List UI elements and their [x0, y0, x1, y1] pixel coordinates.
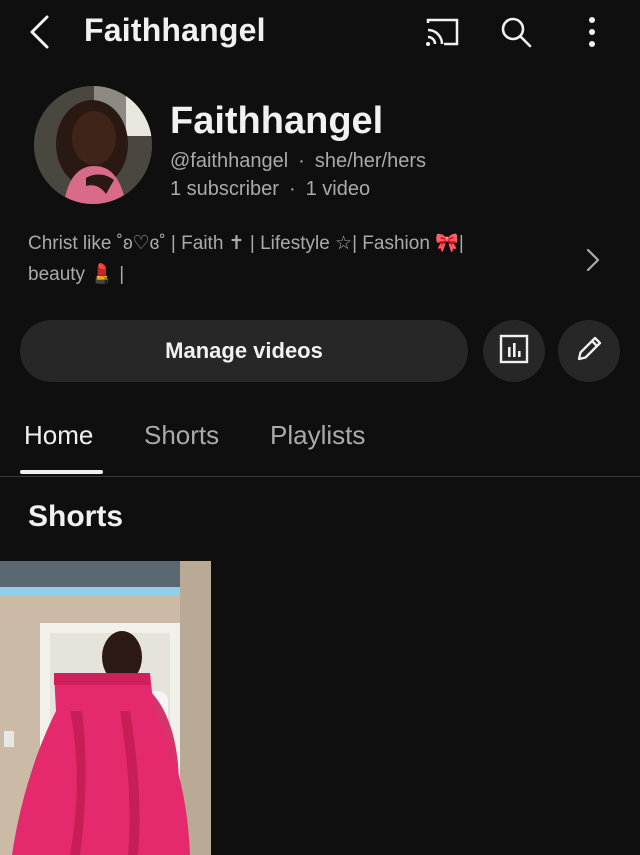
chevron-left-icon[interactable] — [18, 10, 62, 54]
channel-handle: @faithhangel — [170, 150, 289, 172]
chevron-right-icon[interactable] — [578, 242, 608, 278]
subscriber-count: 1 subscriber — [170, 178, 279, 200]
analytics-icon — [499, 334, 529, 369]
active-tab-indicator — [20, 470, 103, 474]
top-app-bar: Faithhangel — [0, 0, 640, 64]
edit-channel-button[interactable] — [558, 320, 620, 382]
channel-pronouns: she/her/hers — [314, 150, 427, 172]
tab-divider — [0, 476, 640, 477]
description-line-2: beauty 💄 | — [28, 264, 125, 285]
video-count: 1 video — [305, 178, 371, 200]
cast-icon[interactable] — [420, 12, 464, 52]
channel-stats-row: 1 subscriber · 1 video — [170, 178, 370, 201]
description-line-1: Christ like ˚ʚ♡ɞ˚ | Faith ✝ | Lifestyle … — [28, 233, 464, 254]
pencil-icon — [573, 333, 605, 370]
tab-shorts[interactable]: Shorts — [144, 420, 219, 451]
separator-dot: · — [288, 178, 296, 200]
channel-description[interactable]: Christ like ˚ʚ♡ɞ˚ | Faith ✝ | Lifestyle … — [28, 228, 568, 290]
search-icon[interactable] — [494, 10, 538, 54]
analytics-button[interactable] — [483, 320, 545, 382]
channel-name: Faithhangel — [170, 100, 384, 142]
section-title-shorts: Shorts — [28, 500, 124, 533]
short-thumbnail[interactable] — [0, 561, 211, 855]
avatar[interactable] — [34, 86, 152, 204]
more-vertical-icon[interactable] — [576, 10, 608, 54]
tab-home[interactable]: Home — [24, 420, 93, 451]
tab-playlists[interactable]: Playlists — [270, 420, 365, 451]
manage-videos-button[interactable]: Manage videos — [20, 320, 468, 382]
separator-dot: · — [298, 150, 305, 172]
page-title: Faithhangel — [84, 12, 266, 48]
channel-handle-row: @faithhangel · she/her/hers — [170, 150, 426, 173]
